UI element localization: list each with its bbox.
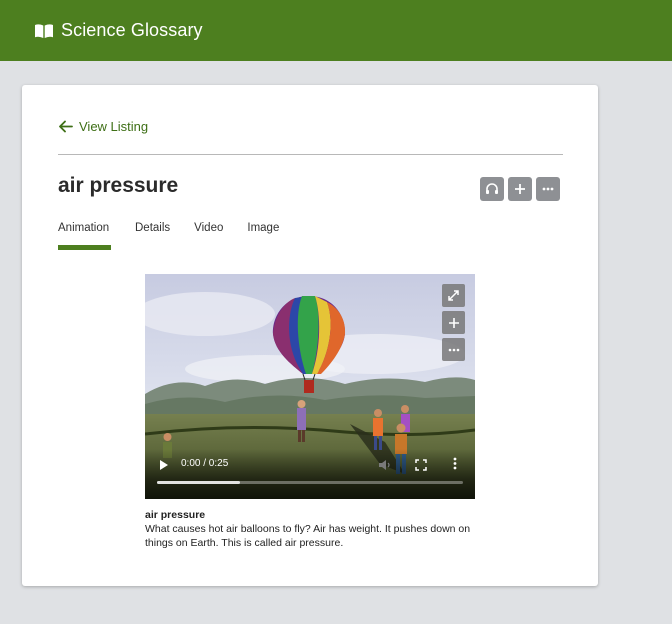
view-listing-label: View Listing — [79, 119, 149, 134]
tab-bar: Animation Details Video Image — [58, 222, 303, 250]
player-menu-button[interactable] — [453, 457, 457, 475]
vertical-more-icon — [453, 457, 457, 470]
divider — [58, 154, 563, 155]
add-button[interactable] — [508, 177, 532, 201]
tab-video[interactable]: Video — [194, 222, 223, 248]
caption-text: What causes hot air balloons to fly? Air… — [145, 523, 471, 549]
animation-player[interactable]: 0:00 / 0:25 — [145, 274, 475, 499]
playback-time: 0:00 / 0:25 — [181, 458, 229, 469]
view-listing-link[interactable]: View Listing — [58, 119, 148, 134]
play-icon — [160, 460, 168, 470]
media-overlay-actions — [442, 284, 465, 361]
tab-details[interactable]: Details — [135, 222, 170, 248]
fullscreen-button[interactable] — [415, 458, 427, 476]
fullscreen-icon — [415, 459, 427, 471]
more-icon — [448, 348, 459, 351]
app-header: Science Glossary — [0, 0, 672, 61]
listen-button[interactable] — [480, 177, 504, 201]
tab-animation[interactable]: Animation — [58, 222, 111, 250]
glossary-card: View Listing air pressure Animation Deta… — [22, 85, 598, 586]
app-title: Science Glossary — [61, 20, 203, 40]
volume-button[interactable] — [378, 458, 392, 476]
plus-icon — [515, 184, 525, 194]
media-add-button[interactable] — [442, 311, 465, 334]
progress-fill — [157, 481, 240, 484]
book-icon — [34, 23, 54, 39]
plus-icon — [448, 317, 459, 328]
tab-image[interactable]: Image — [247, 222, 279, 248]
arrow-left-icon — [59, 120, 73, 133]
caption-title: air pressure — [145, 509, 206, 521]
term-title: air pressure — [58, 174, 179, 197]
volume-muted-icon — [379, 460, 390, 470]
expand-icon — [448, 290, 459, 301]
expand-button[interactable] — [442, 284, 465, 307]
media-caption: air pressure What causes hot air balloon… — [145, 508, 475, 550]
more-icon — [542, 187, 554, 191]
play-button[interactable] — [159, 458, 169, 476]
term-actions — [480, 177, 560, 201]
progress-bar[interactable] — [157, 481, 463, 484]
more-options-button[interactable] — [536, 177, 560, 201]
media-more-button[interactable] — [442, 338, 465, 361]
video-controls: 0:00 / 0:25 — [145, 449, 475, 499]
headphones-icon — [486, 183, 498, 194]
